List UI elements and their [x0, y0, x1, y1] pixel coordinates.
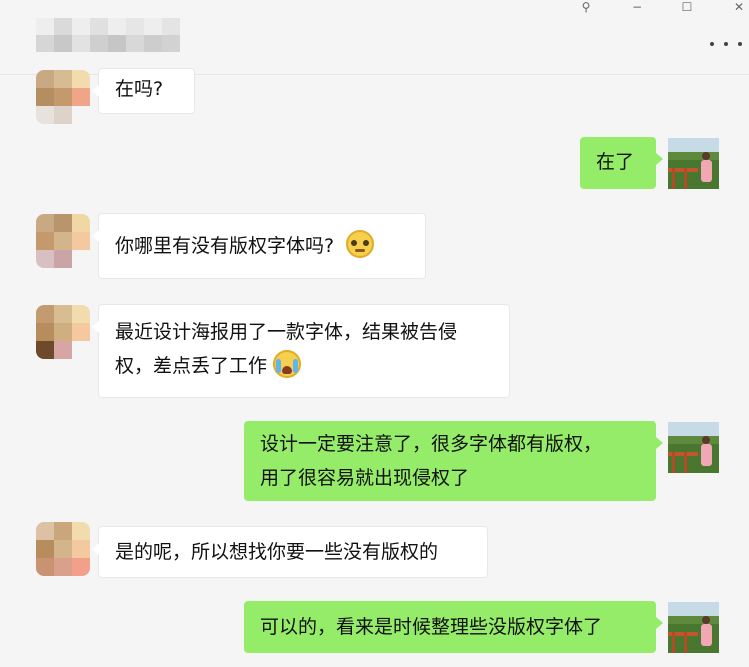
blush-face-icon [346, 230, 375, 258]
chat-header: ⚲ − ☐ ✕ [0, 0, 749, 75]
message-text: 在吗? [115, 78, 164, 100]
message-text: 你哪里有没有版权字体吗? [115, 235, 335, 257]
contact-avatar[interactable] [36, 70, 90, 124]
message-bubble-outgoing[interactable]: 设计一定要注意了，很多字体都有版权， 用了很容易就出现侵权了 [244, 421, 663, 501]
message-text: 在了 [596, 151, 635, 173]
pin-icon[interactable]: ⚲ [576, 0, 596, 14]
message-text-line: 最近设计海报用了一款字体，结果被告侵 [115, 321, 458, 343]
maximize-icon[interactable]: ☐ [677, 0, 697, 14]
message-bubble-incoming[interactable]: 你哪里有没有版权字体吗? [92, 213, 426, 279]
message-bubble-incoming[interactable]: 最近设计海报用了一款字体，结果被告侵 权，差点丢了工作 [92, 304, 510, 398]
message-bubble-incoming[interactable]: 是的呢，所以想找你要一些没有版权的 [92, 526, 488, 578]
contact-avatar[interactable] [36, 305, 90, 359]
user-avatar-photo [668, 138, 719, 189]
user-avatar[interactable] [668, 602, 719, 653]
message-text: 可以的，看来是时候整理些没版权字体了 [260, 616, 603, 638]
message-text-line: 用了很容易就出现侵权了 [260, 467, 470, 489]
crying-face-icon [273, 350, 302, 378]
minimize-icon[interactable]: − [627, 0, 647, 14]
message-bubble-outgoing[interactable]: 在了 [580, 137, 663, 189]
message-bubble-outgoing[interactable]: 可以的，看来是时候整理些没版权字体了 [244, 601, 663, 653]
message-text: 是的呢，所以想找你要一些没有版权的 [115, 541, 439, 563]
message-text-line: 设计一定要注意了，很多字体都有版权， [260, 433, 603, 455]
user-avatar-photo [668, 422, 719, 473]
contact-avatar[interactable] [36, 522, 90, 576]
message-bubble-incoming[interactable]: 在吗? [92, 68, 195, 114]
message-text-line: 权，差点丢了工作 [115, 355, 268, 377]
more-options-icon[interactable] [710, 36, 742, 52]
contact-avatar[interactable] [36, 214, 90, 268]
user-avatar-photo [668, 602, 719, 653]
close-icon[interactable]: ✕ [729, 0, 749, 14]
contact-name-pixelated [36, 18, 180, 52]
user-avatar[interactable] [668, 422, 719, 473]
user-avatar[interactable] [668, 138, 719, 189]
